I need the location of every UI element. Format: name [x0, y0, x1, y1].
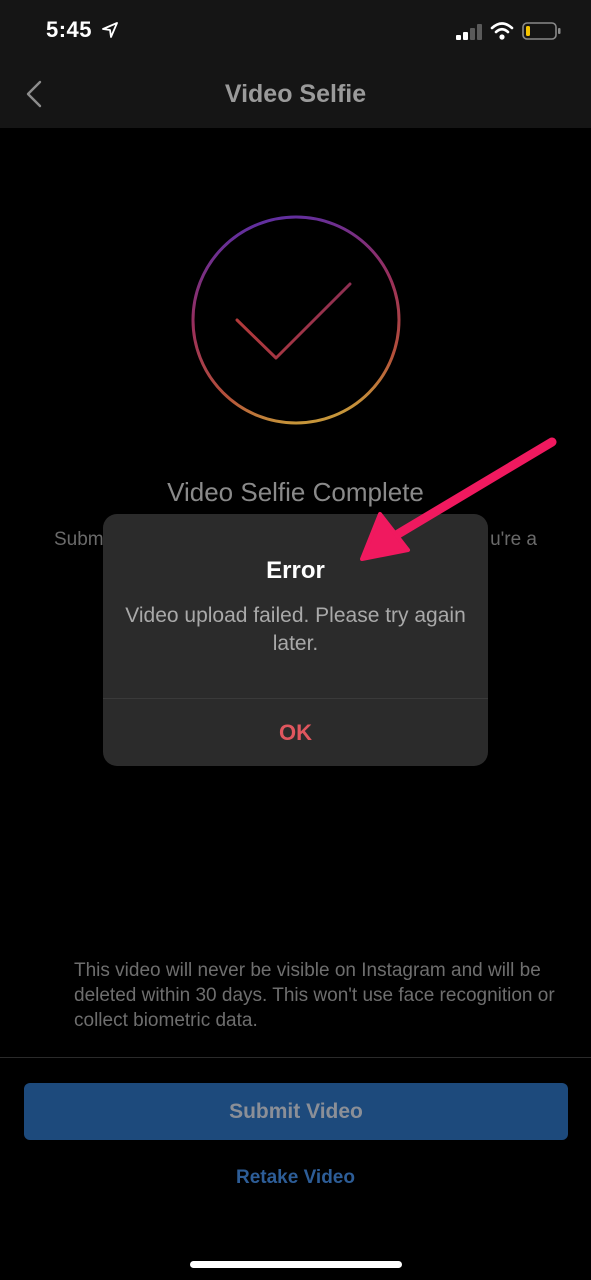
- location-arrow-icon: [102, 22, 118, 38]
- cellular-signal-icon: [456, 24, 482, 40]
- retake-video-link[interactable]: Retake Video: [0, 1167, 591, 1189]
- footer-divider: [0, 1057, 591, 1058]
- dialog-ok-button[interactable]: OK: [103, 699, 488, 766]
- status-time: 5:45: [46, 17, 93, 42]
- home-indicator: [190, 1261, 402, 1268]
- nav-bar: Video Selfie: [0, 64, 591, 128]
- battery-low-icon: [522, 22, 561, 40]
- checkmark-circle-icon: [191, 215, 401, 425]
- dialog-message: Video upload failed. Please try again la…: [125, 604, 466, 655]
- status-bar: 5:45: [0, 0, 591, 64]
- annotation-arrow-icon: [360, 437, 557, 561]
- privacy-disclaimer: This video will never be visible on Inst…: [74, 960, 555, 1031]
- wifi-icon: [490, 22, 514, 40]
- page-title: Video Selfie: [224, 80, 367, 108]
- body-text-left: Subm: [54, 529, 104, 550]
- submit-video-button[interactable]: Submit Video: [24, 1083, 568, 1140]
